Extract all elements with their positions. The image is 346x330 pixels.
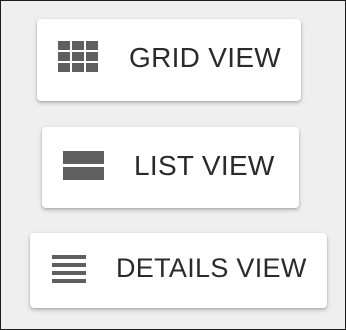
list-icon	[63, 151, 104, 180]
details-view-label: DETAILS VIEW	[116, 253, 307, 283]
grid-icon	[58, 41, 98, 72]
details-view-button[interactable]: DETAILS VIEW	[30, 233, 327, 308]
list-view-label: LIST VIEW	[134, 150, 275, 181]
details-icon	[52, 255, 86, 283]
view-mode-panel: GRID VIEW LIST VIEW DETAILS VIEW	[0, 0, 346, 330]
grid-view-label: GRID VIEW	[129, 42, 282, 73]
grid-view-button[interactable]: GRID VIEW	[37, 19, 301, 101]
list-view-button[interactable]: LIST VIEW	[42, 127, 299, 208]
